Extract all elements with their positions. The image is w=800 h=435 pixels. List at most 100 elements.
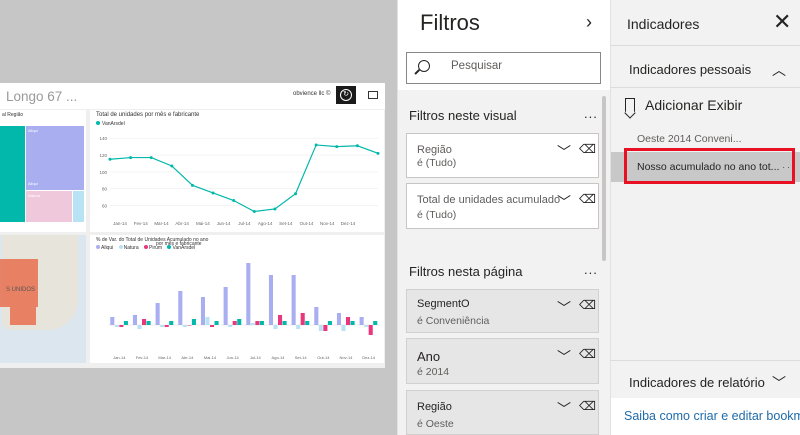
- chevron-down-icon[interactable]: ﹀: [557, 298, 571, 318]
- divider: [611, 360, 800, 361]
- y-tick-label: 140: [99, 136, 107, 141]
- data-point: [108, 157, 112, 161]
- search-icon: [418, 60, 430, 72]
- filter-card-name: Total de unidades acumulado: [417, 194, 561, 206]
- bar: [368, 325, 373, 335]
- bar: [155, 303, 160, 325]
- filter-card-total-unidades[interactable]: Total de unidades acumulado é (Tudo) ﹀ ⌫: [406, 183, 599, 229]
- bar: [250, 323, 255, 325]
- bar: [255, 321, 260, 325]
- x-tick-label: Dez-14: [362, 355, 376, 360]
- filter-card-name: Região: [417, 401, 452, 413]
- bar: [341, 325, 346, 331]
- refresh-button[interactable]: ↻: [336, 86, 356, 104]
- x-tick-label: Mai-14: [196, 221, 210, 226]
- x-tick-label: Mai-14: [204, 355, 217, 360]
- treemap-cell-label: Aliqui: [28, 181, 38, 186]
- report-title: Longo 67 ...: [0, 83, 90, 109]
- chevron-down-icon[interactable]: ﹀: [557, 192, 571, 212]
- data-point: [149, 156, 153, 160]
- x-tick-label: Abr-14: [175, 221, 189, 226]
- chevron-down-icon[interactable]: ﹀: [557, 347, 571, 367]
- bar: [373, 321, 378, 325]
- y-tick-label: 100: [99, 170, 107, 175]
- search-input[interactable]: [451, 60, 591, 72]
- x-tick-label: Jul-14: [238, 221, 251, 226]
- filter-card-regiao-page[interactable]: Região é Oeste ﹀ ⌫: [406, 390, 599, 435]
- clear-filter-icon[interactable]: ⌫: [579, 399, 596, 413]
- filters-search-area: [398, 44, 611, 90]
- map-visual[interactable]: S UNIDOS: [0, 235, 86, 363]
- x-tick-label: Mar-14: [158, 355, 171, 360]
- learn-more-link[interactable]: Saiba como criar e editar bookmarks: [624, 409, 800, 423]
- chevron-down-icon[interactable]: ﹀: [557, 399, 571, 419]
- filters-scrollbar[interactable]: [602, 96, 606, 261]
- filter-card-name: Região: [417, 144, 452, 156]
- bar-chart-visual[interactable]: % de Var. do Total de Unidades Acumulado…: [90, 235, 384, 363]
- bar: [200, 297, 206, 325]
- x-tick-label: Set-14: [279, 221, 293, 226]
- clear-filter-icon[interactable]: ⌫: [579, 142, 596, 156]
- bar: [223, 287, 228, 325]
- filter-card-ano[interactable]: Ano é 2014 ﹀ ⌫: [406, 338, 599, 384]
- filter-card-regiao-visual[interactable]: Região é (Tudo) ﹀ ⌫: [406, 133, 599, 178]
- data-point: [232, 199, 236, 203]
- chevron-up-icon[interactable]: ︿: [772, 60, 786, 80]
- x-tick-label: Nov-14: [340, 355, 354, 360]
- map-region[interactable]: [0, 259, 38, 307]
- bar: [232, 321, 237, 325]
- chevron-down-icon[interactable]: ﹀: [772, 373, 786, 393]
- filter-card-value: é (Tudo): [417, 157, 457, 169]
- treemap-title: al Região: [2, 112, 24, 118]
- bar: [246, 263, 251, 325]
- treemap-cell[interactable]: [0, 126, 25, 222]
- bar: [110, 317, 115, 325]
- data-point: [335, 145, 339, 149]
- x-tick-label: Set-14: [295, 355, 308, 360]
- bar: [123, 321, 128, 325]
- filters-search-box[interactable]: [406, 52, 601, 84]
- data-point: [376, 151, 380, 155]
- add-bookmark-button[interactable]: Adicionar Exibir: [625, 96, 795, 118]
- filter-card-name: SegmentO: [417, 298, 470, 310]
- x-tick-label: Jan-14: [113, 355, 126, 360]
- treemap-cell[interactable]: Natura: [26, 191, 72, 222]
- treemap-cell[interactable]: Aliqui Aliqui: [26, 126, 84, 190]
- line-chart-visual[interactable]: Total de unidades por mês e fabricante V…: [90, 110, 384, 232]
- report-bookmarks-header[interactable]: Indicadores de relatório: [629, 375, 765, 390]
- bookmark-item[interactable]: Oeste 2014 Conveni...: [637, 133, 741, 145]
- clear-filter-icon[interactable]: ⌫: [579, 347, 596, 361]
- personal-bookmarks-header[interactable]: Indicadores pessoais: [629, 62, 751, 77]
- x-tick-label: Fev-14: [134, 221, 149, 226]
- filters-title: Filtros: [420, 10, 480, 35]
- chevron-down-icon[interactable]: ﹀: [557, 142, 571, 162]
- clear-filter-icon[interactable]: ⌫: [579, 298, 596, 312]
- comment-icon[interactable]: [368, 91, 378, 99]
- data-point: [170, 164, 174, 168]
- bar: [182, 325, 187, 327]
- map-region[interactable]: [10, 307, 36, 325]
- bar: [164, 325, 169, 327]
- filter-card-segmento[interactable]: SegmentO é Conveniência ﹀ ⌫: [406, 289, 599, 333]
- more-options-icon[interactable]: ...: [584, 262, 598, 277]
- bar: [359, 317, 364, 325]
- more-options-icon[interactable]: · · ·: [782, 163, 794, 172]
- treemap-cell[interactable]: [73, 191, 84, 222]
- filter-card-value: é Conveniência: [417, 315, 490, 327]
- x-tick-label: Abr-14: [181, 355, 194, 360]
- bookmark-item-selected[interactable]: Nosso acumulado no ano tot... · · ·: [611, 152, 800, 182]
- report-toolbar: obvience llc © ↻: [90, 83, 385, 109]
- more-options-icon[interactable]: ...: [584, 106, 598, 121]
- x-tick-label: Dez-14: [341, 221, 356, 226]
- close-icon[interactable]: ✕: [773, 9, 791, 35]
- chevron-right-icon[interactable]: ›: [586, 12, 592, 33]
- filters-pane: Filtros › Filtros neste visual ... Regiã…: [397, 0, 611, 435]
- data-point: [294, 192, 298, 196]
- treemap-visual[interactable]: al Região Aliqui Aliqui Natura: [0, 110, 86, 232]
- bar: [273, 325, 278, 329]
- filter-card-value: é Oeste: [417, 418, 454, 430]
- data-point: [190, 183, 194, 187]
- x-tick-label: Ago-14: [272, 355, 286, 360]
- clear-filter-icon[interactable]: ⌫: [579, 192, 596, 206]
- bar: [296, 325, 301, 329]
